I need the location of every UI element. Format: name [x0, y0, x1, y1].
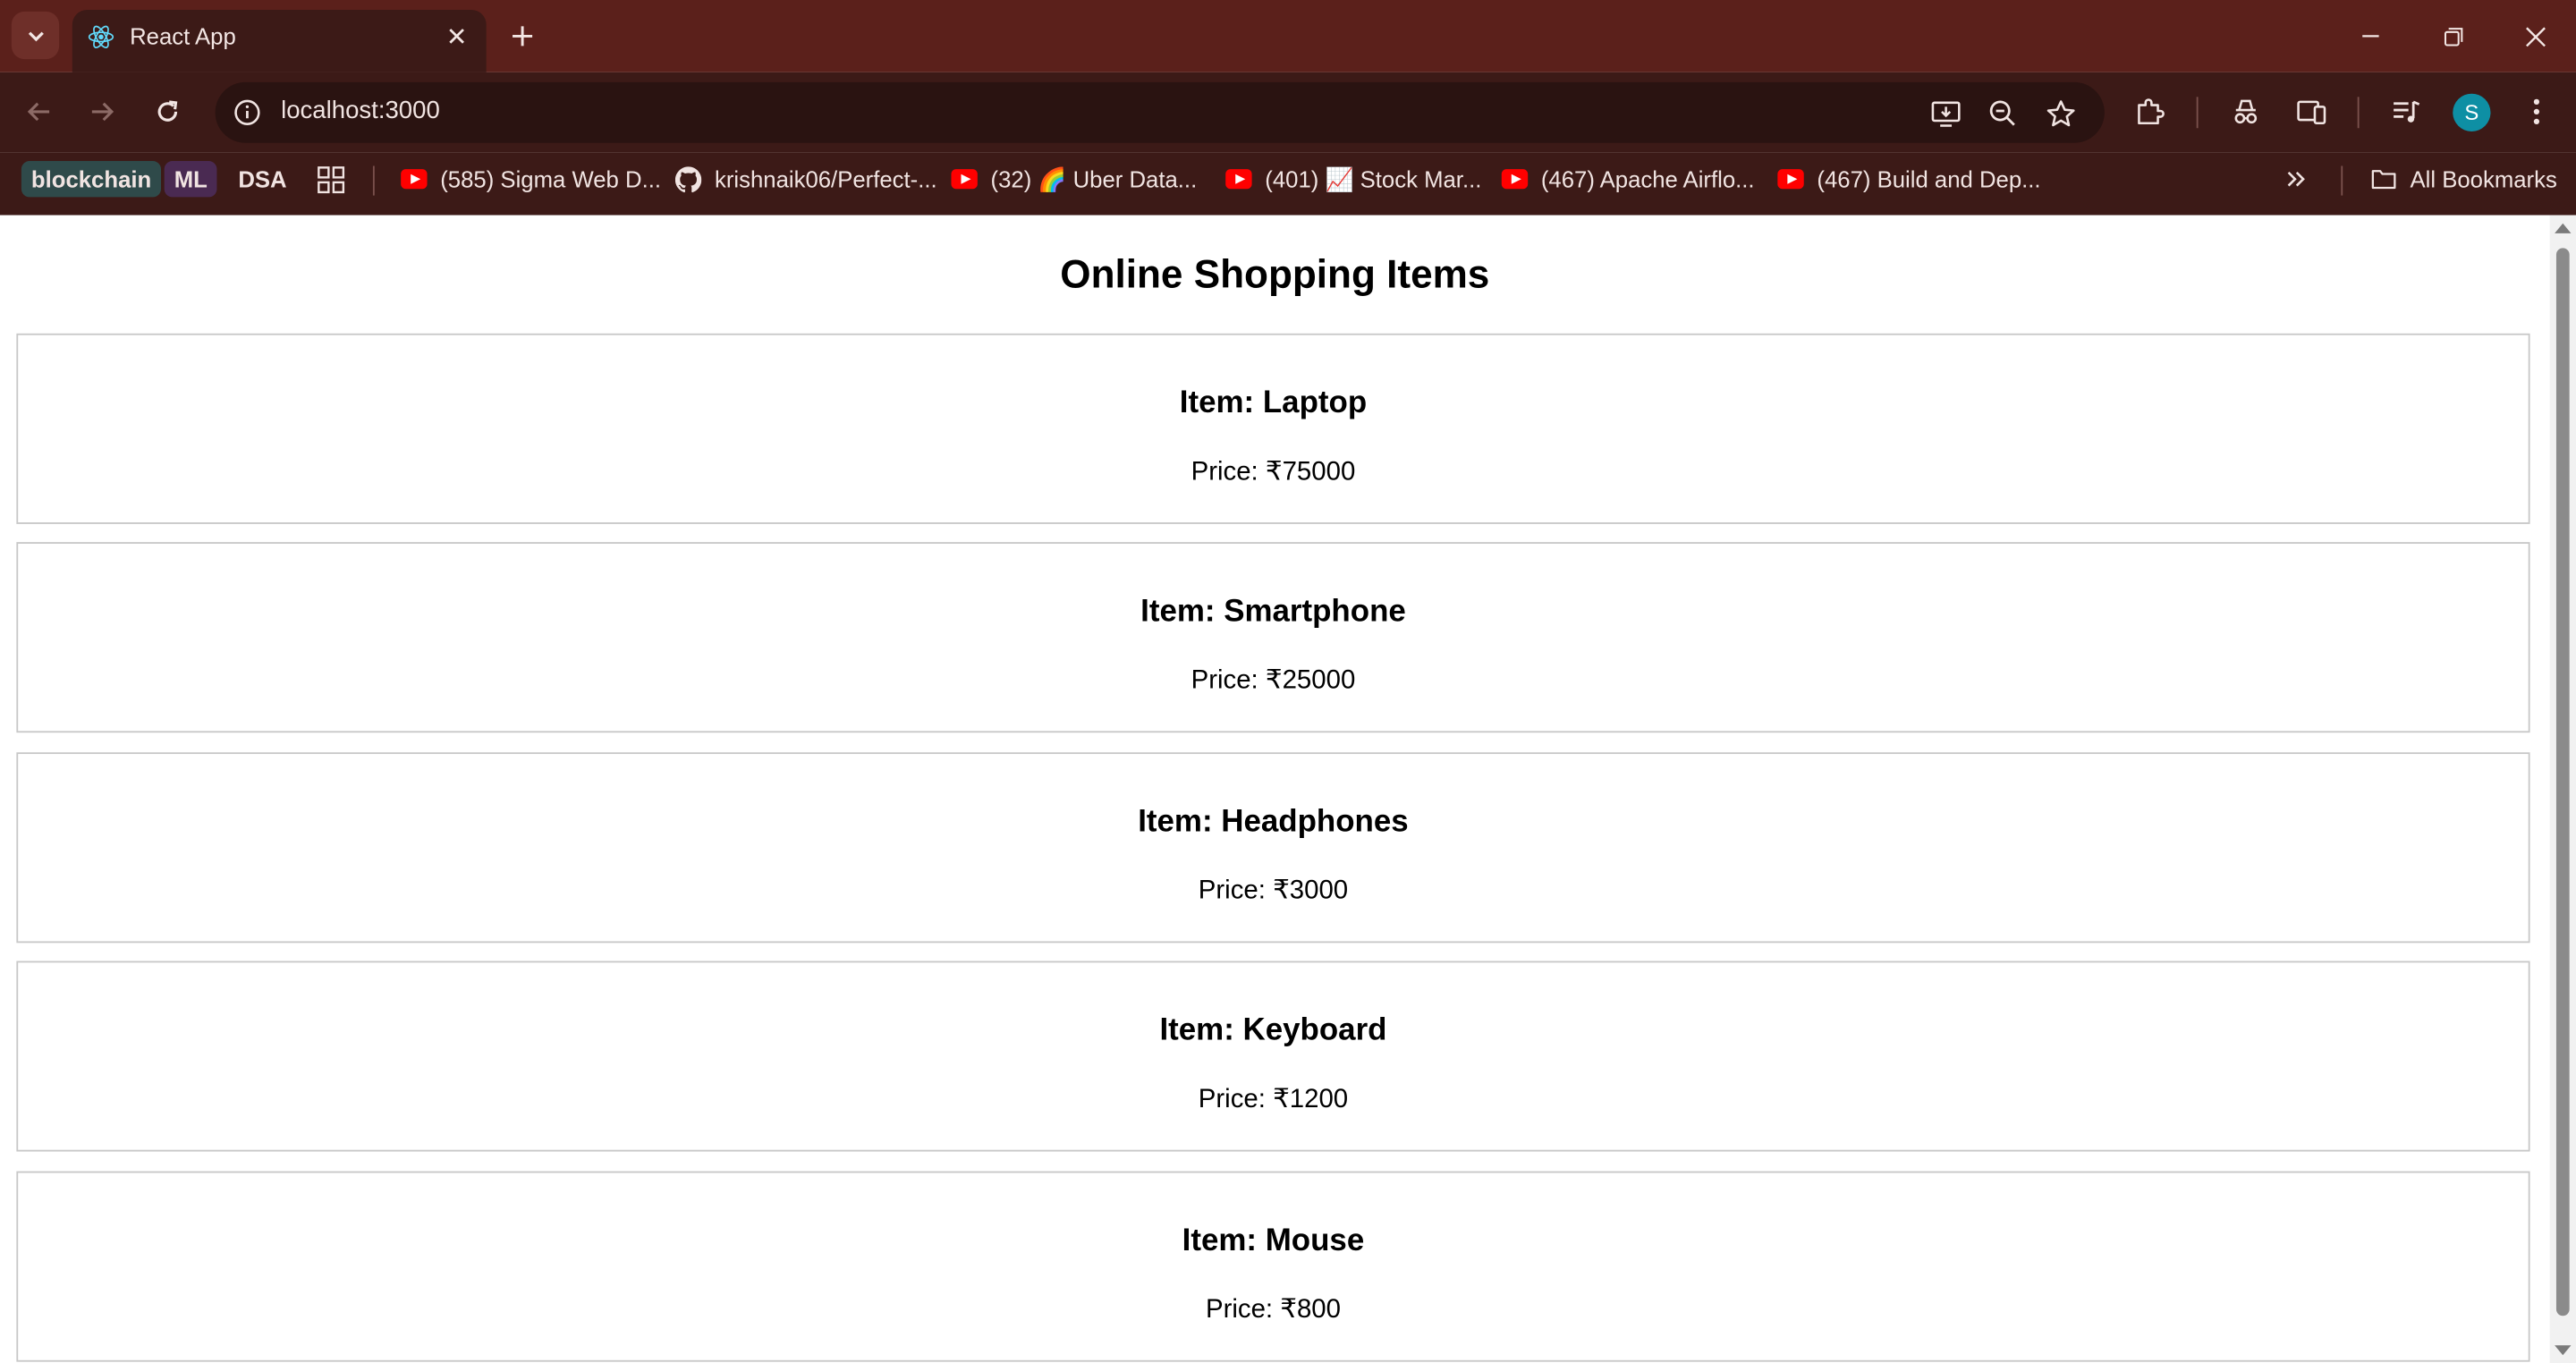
youtube-icon [401, 166, 428, 192]
bookmarks-bar: blockchain ML DSA (585) Sigma Web D... k… [0, 152, 2576, 216]
toolbar: localhost:3000 S [0, 72, 2576, 153]
minimize-button[interactable] [2348, 13, 2394, 59]
bookmark-group-ml[interactable]: ML [164, 161, 217, 198]
all-bookmarks-button[interactable]: All Bookmarks [2370, 163, 2557, 196]
scroll-thumb[interactable] [2555, 248, 2570, 1316]
page-content: Online Shopping Items Item: Laptop Price… [0, 215, 2550, 1363]
page-title: Online Shopping Items [1060, 252, 1490, 298]
bookmark-item[interactable]: (32) 🌈 Uber Data... [951, 163, 1197, 196]
toolbar-divider [2196, 97, 2199, 129]
bookmarks-divider [2341, 165, 2343, 196]
forward-button[interactable] [79, 89, 124, 134]
install-icon [1930, 100, 1960, 126]
item-name: Item: Headphones [1138, 805, 1409, 840]
tab-react-app[interactable]: React App [72, 10, 487, 72]
item-price: Price: ₹25000 [1191, 666, 1356, 695]
apps-shortcut[interactable] [317, 163, 345, 196]
tab-close-button[interactable] [444, 23, 470, 49]
double-chevron-right-icon [2287, 171, 2305, 187]
bookmark-item[interactable]: (401) 📈 Stock Mar... [1225, 163, 1481, 196]
info-icon [234, 99, 260, 125]
close-icon [2525, 26, 2546, 47]
item-name: Item: Keyboard [1159, 1013, 1387, 1048]
tab-title: React App [130, 22, 236, 50]
item-price: Price: ₹75000 [1191, 458, 1356, 487]
bookmark-item[interactable]: (467) Build and Dep... [1777, 163, 2041, 196]
item-price: Price: ₹3000 [1198, 876, 1349, 906]
more-vertical-icon [2533, 98, 2540, 125]
url-text[interactable]: localhost:3000 [281, 97, 440, 124]
incognito-icon [2234, 99, 2258, 124]
bookmark-label: (32) 🌈 Uber Data... [990, 165, 1198, 191]
back-button[interactable] [16, 89, 62, 134]
restore-icon [2444, 27, 2462, 46]
reload-icon [157, 100, 178, 122]
arrow-left-icon [27, 102, 50, 122]
item-price: Price: ₹800 [1205, 1296, 1341, 1325]
vertical-scrollbar[interactable] [2549, 215, 2576, 1363]
item-price: Price: ₹1200 [1198, 1086, 1349, 1114]
all-bookmarks-label: All Bookmarks [2410, 165, 2557, 192]
youtube-icon [1225, 166, 1252, 192]
title-bar: React App [0, 0, 2576, 72]
extensions-button[interactable] [2131, 92, 2170, 131]
item-name: Item: Smartphone [1140, 594, 1406, 630]
cast-button[interactable] [2292, 92, 2331, 131]
item-card: Item: Keyboard Price: ₹1200 [16, 961, 2530, 1152]
youtube-icon [1777, 166, 1804, 192]
queue-music-icon [2394, 100, 2420, 123]
item-name: Item: Laptop [1179, 385, 1368, 421]
incognito-button[interactable] [2226, 92, 2266, 131]
devices-icon [2297, 100, 2326, 125]
github-icon [674, 165, 702, 192]
close-window-button[interactable] [2512, 13, 2557, 59]
reload-button[interactable] [145, 89, 191, 134]
close-icon [449, 29, 464, 44]
bookmark-star-button[interactable] [2042, 96, 2078, 131]
folder-icon [2370, 166, 2396, 192]
site-info-button[interactable] [228, 94, 266, 131]
bookmark-item[interactable]: (467) Apache Airflo... [1501, 163, 1755, 196]
bookmark-label: (467) Build and Dep... [1817, 165, 2041, 192]
scroll-down-arrow[interactable] [2555, 1345, 2572, 1356]
minimize-icon [2362, 35, 2379, 38]
profile-avatar[interactable]: S [2453, 93, 2491, 131]
bookmarks-divider [372, 165, 375, 196]
bookmark-item[interactable]: krishnaik06/Perfect-... [674, 163, 937, 196]
bookmark-label: krishnaik06/Perfect-... [714, 165, 937, 192]
bookmark-group-blockchain[interactable]: blockchain [21, 161, 162, 198]
item-name: Item: Mouse [1182, 1223, 1365, 1258]
item-card: Item: Laptop Price: ₹75000 [16, 333, 2530, 524]
bookmark-item[interactable]: (585) Sigma Web D... [401, 163, 661, 196]
scroll-up-arrow[interactable] [2555, 223, 2572, 233]
item-card: Item: Smartphone Price: ₹25000 [16, 542, 2530, 733]
item-card: Item: Mouse Price: ₹800 [16, 1171, 2530, 1362]
youtube-icon [951, 166, 978, 192]
zoom-out-icon [1989, 100, 2015, 126]
plus-icon [513, 26, 533, 47]
puzzle-icon [2138, 98, 2165, 125]
bookmark-group-dsa[interactable]: DSA [228, 161, 296, 197]
menu-button[interactable] [2517, 92, 2556, 131]
bookmark-label: (401) 📈 Stock Mar... [1265, 165, 1482, 191]
youtube-icon [1501, 166, 1529, 192]
restore-button[interactable] [2430, 13, 2476, 59]
toolbar-divider [2357, 97, 2360, 129]
zoom-button[interactable] [1985, 96, 2021, 131]
apps-grid-icon [318, 165, 345, 193]
tab-search-button[interactable] [11, 11, 60, 60]
chevron-down-icon [27, 30, 44, 41]
item-card: Item: Headphones Price: ₹3000 [16, 752, 2530, 944]
arrow-right-icon [91, 102, 114, 122]
react-logo-icon [88, 25, 114, 48]
bookmark-label: (585) Sigma Web D... [440, 165, 662, 192]
star-icon [2046, 99, 2074, 126]
browser-window: React App localhost:3000 S blockchain ML… [0, 0, 2576, 1363]
media-controls-button[interactable] [2387, 92, 2427, 131]
bookmark-label: (467) Apache Airflo... [1540, 165, 1755, 192]
bookmarks-overflow-button[interactable] [2285, 163, 2309, 196]
address-bar[interactable]: localhost:3000 [215, 81, 2105, 143]
install-app-button[interactable] [1927, 96, 1962, 131]
new-tab-button[interactable] [504, 18, 540, 54]
